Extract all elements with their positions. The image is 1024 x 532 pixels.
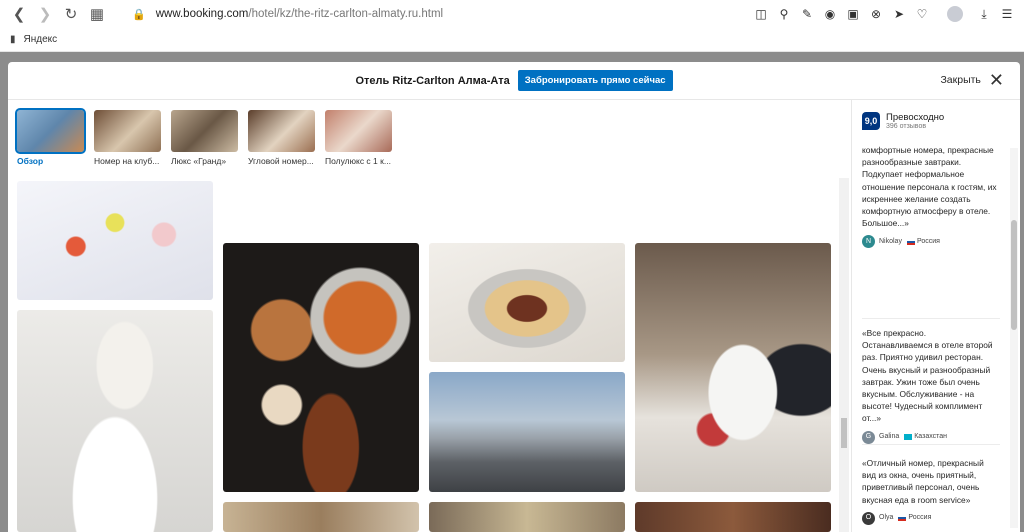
bookmark-yandex[interactable]: Яндекс	[24, 34, 58, 45]
reviewer-country: Россия	[916, 237, 940, 245]
menu-icon[interactable]: ☰	[998, 5, 1016, 23]
search-icon[interactable]: ⚲	[775, 5, 793, 23]
thumb-label: Полулюкс с 1 к...	[325, 156, 391, 166]
photo-lobby[interactable]	[429, 502, 625, 532]
url-domain: www.booking.com	[155, 8, 249, 20]
modal-header: Отель Ritz-Carlton Алма-Ата Забронироват…	[8, 62, 1020, 100]
rating-score: 9,0	[862, 112, 880, 130]
flag-kazakhstan-icon	[904, 434, 913, 441]
reviewer-name: Nikolay	[879, 237, 902, 245]
camera-icon[interactable]: ◉	[821, 5, 839, 23]
review-item: комфортные номера, прекрасные разнообраз…	[862, 144, 998, 249]
book-now-button[interactable]: Забронировать прямо сейчас	[517, 70, 673, 91]
close-label: Закрыть	[940, 74, 981, 86]
rating-word: Превосходно	[886, 112, 945, 123]
photo-gym[interactable]	[429, 372, 625, 492]
back-icon[interactable]: ❮	[8, 3, 30, 25]
document-icon: ▮	[10, 34, 16, 45]
thumb-label: Номер на клуб...	[94, 156, 160, 166]
thumb-label: Люкс «Гранд»	[171, 156, 227, 166]
address-bar[interactable]: 🔒 www.booking.com/hotel/kz/the-ritz-carl…	[132, 8, 443, 21]
close-button[interactable]: Закрыть ✕	[940, 70, 1004, 90]
reader-icon[interactable]: ◫	[752, 5, 770, 23]
category-thumbnails: Обзор Номер на клуб... Люкс «Гранд» Угло…	[8, 100, 851, 166]
edit-icon[interactable]: ✎	[798, 5, 816, 23]
divider	[862, 318, 1000, 319]
photo-champagne[interactable]	[635, 243, 831, 492]
block-icon[interactable]: ⊗	[867, 5, 885, 23]
thumb-club-room[interactable]: Номер на клуб...	[94, 110, 163, 166]
photo-cocktails[interactable]	[17, 181, 213, 300]
photo-gallery-modal: Отель Ritz-Carlton Алма-Ата Забронироват…	[8, 62, 1020, 532]
thumb-image	[248, 110, 315, 152]
thumb-image	[171, 110, 238, 152]
thumb-label: Угловой номер...	[248, 156, 314, 166]
reviews-panel: 9,0 Превосходно 396 отзывов комфортные н…	[851, 100, 1020, 532]
thumb-overview[interactable]: Обзор	[15, 108, 86, 166]
rating-summary: 9,0 Превосходно 396 отзывов	[852, 100, 1020, 130]
reviewer: O Olya Россия	[862, 511, 998, 525]
forward-icon[interactable]: ❯	[34, 3, 56, 25]
reviewer: G Galina Казахстан	[862, 430, 998, 444]
download-icon[interactable]: ⤓	[975, 5, 993, 23]
thumb-image	[15, 108, 86, 154]
thumb-grand-suite[interactable]: Люкс «Гранд»	[171, 110, 240, 166]
reviewer-country: Казахстан	[914, 433, 948, 441]
url-path: /hotel/kz/the-ritz-carlton-almaty.ru.htm…	[248, 8, 444, 20]
reviewer-name: Galina	[879, 433, 900, 441]
thumb-label: Обзор	[17, 156, 44, 166]
review-text: «Все прекрасно. Останавливаемся в отеле …	[862, 328, 993, 424]
thumb-image	[94, 110, 161, 152]
thumb-junior-suite[interactable]: Полулюкс с 1 к...	[325, 110, 394, 166]
thumb-image	[325, 110, 392, 152]
avatar: O	[862, 511, 875, 525]
tabs-grid-icon[interactable]: ▦	[86, 3, 108, 25]
reviews-scrollbar[interactable]	[1010, 148, 1018, 528]
reload-icon[interactable]: ↻	[60, 3, 82, 25]
photo-dessert-pour[interactable]	[17, 310, 213, 532]
review-item: «Все прекрасно. Останавливаемся в отеле …	[862, 327, 998, 444]
review-text: «Отличный номер, прекрасный вид из окна,…	[862, 458, 984, 505]
flag-russia-icon	[906, 238, 915, 245]
image-icon[interactable]: ▣	[844, 5, 862, 23]
hotel-title: Отель Ritz-Carlton Алма-Ата	[355, 74, 510, 87]
photo-spa[interactable]	[223, 502, 419, 532]
heart-icon[interactable]: ♡	[913, 5, 931, 23]
reviewer: N Nikolay Россия	[862, 235, 998, 249]
review-item: «Отличный номер, прекрасный вид из окна,…	[862, 457, 998, 525]
photo-gallery: Обзор Номер на клуб... Люкс «Гранд» Угло…	[8, 100, 851, 532]
scrollbar-thumb[interactable]	[841, 418, 847, 448]
avatar-icon[interactable]	[946, 5, 964, 23]
avatar: N	[862, 235, 875, 249]
photo-meeting-room[interactable]	[635, 502, 831, 532]
review-count[interactable]: 396 отзывов	[886, 123, 944, 130]
browser-toolbar: ❮ ❯ ↻ ▦ 🔒 www.booking.com/hotel/kz/the-r…	[0, 0, 1024, 28]
bookmarks-bar: ▮ Яндекс	[0, 28, 1024, 52]
review-text: комфортные номера, прекрасные разнообраз…	[862, 145, 997, 229]
scrollbar-thumb[interactable]	[1011, 220, 1017, 330]
gallery-scrollbar[interactable]	[839, 178, 849, 532]
reviewer-country: Россия	[908, 514, 932, 522]
photo-kebab-pan[interactable]	[429, 243, 625, 362]
reviewer-name: Olya	[879, 514, 894, 522]
divider	[862, 444, 1000, 445]
flag-russia-icon	[898, 515, 907, 522]
avatar: G	[862, 430, 875, 444]
thumb-corner-room[interactable]: Угловой номер...	[248, 110, 317, 166]
photo-dinner-spread[interactable]	[223, 243, 419, 492]
send-icon[interactable]: ➤	[890, 5, 908, 23]
lock-icon: 🔒	[132, 8, 146, 21]
close-icon: ✕	[988, 70, 1004, 90]
